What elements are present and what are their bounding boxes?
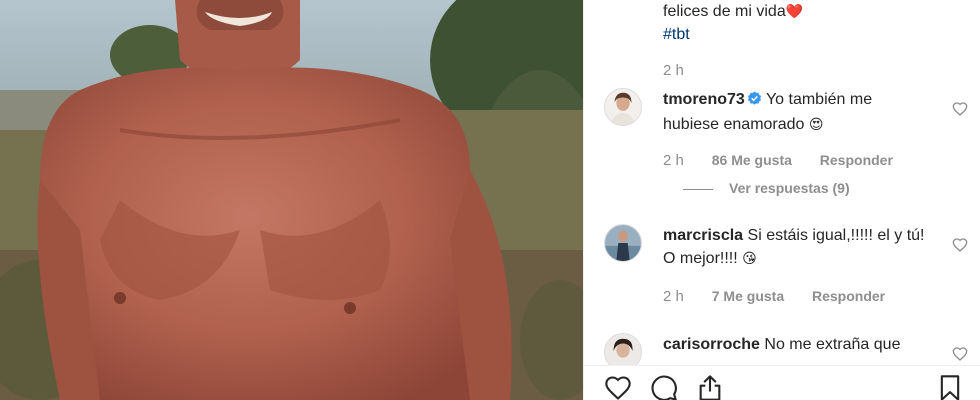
comment-timestamp[interactable]: 2 h xyxy=(663,152,684,169)
comment-body: marcriscla Si estáis igual,!!!!! el y tú… xyxy=(663,224,925,270)
caption-timestamp[interactable]: 2 h xyxy=(663,62,684,79)
avatar[interactable] xyxy=(604,224,642,262)
kiss-emoji: 😘 xyxy=(742,250,757,266)
comment-meta: 2 h 7 Me gusta Responder xyxy=(663,288,885,305)
reply-button[interactable]: Responder xyxy=(812,288,885,304)
post-action-bar xyxy=(584,365,980,400)
post-photo[interactable] xyxy=(0,0,583,400)
view-replies-button[interactable]: Ver respuestas (9) xyxy=(683,180,850,196)
comment-like-heart-icon[interactable] xyxy=(952,237,968,253)
verified-badge-icon xyxy=(747,90,762,113)
comment-username[interactable]: carisorroche xyxy=(663,336,760,353)
reply-button[interactable]: Responder xyxy=(820,152,893,168)
comment-username[interactable]: marcriscla xyxy=(663,227,743,244)
heart-eyes-emoji: 😍 xyxy=(808,116,824,132)
comments-panel: felices de mi vida❤️ #tbt 2 h tmoreno73 … xyxy=(584,0,980,400)
comment-bubble-icon[interactable] xyxy=(650,374,678,400)
replies-line xyxy=(683,188,713,190)
view-replies-label: Ver respuestas (9) xyxy=(729,180,850,196)
shirtless-man-photo xyxy=(0,0,583,400)
comment-body: tmoreno73 Yo también me hubiese enamorad… xyxy=(663,88,925,136)
avatar[interactable] xyxy=(604,88,642,126)
comment-meta: 2 h 86 Me gusta Responder xyxy=(663,152,893,169)
comment-body: carisorroche No me extraña que xyxy=(663,333,925,356)
comment-username[interactable]: tmoreno73 xyxy=(663,91,745,108)
caption-hashtag[interactable]: #tbt xyxy=(663,23,803,46)
heart-outline-icon[interactable] xyxy=(604,374,632,400)
post-caption: felices de mi vida❤️ #tbt xyxy=(663,0,803,46)
comment-text: No me extraña que xyxy=(764,336,901,353)
red-heart-emoji: ❤️ xyxy=(785,3,804,19)
comment-likes-count[interactable]: 86 Me gusta xyxy=(712,152,792,168)
comment-timestamp[interactable]: 2 h xyxy=(663,288,684,305)
comment-like-heart-icon[interactable] xyxy=(952,346,968,362)
caption-text-line: felices de mi vida❤️ xyxy=(663,3,804,20)
comment-likes-count[interactable]: 7 Me gusta xyxy=(712,288,784,304)
bookmark-icon[interactable] xyxy=(936,374,964,400)
comment-like-heart-icon[interactable] xyxy=(952,101,968,117)
share-icon[interactable] xyxy=(696,374,724,400)
